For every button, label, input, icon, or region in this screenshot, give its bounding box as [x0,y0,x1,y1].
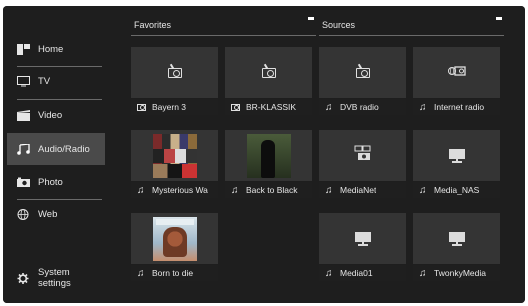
sidebar-item-audio-radio[interactable]: Audio/Radio [7,133,105,165]
tile-title: Bayern 3 [152,102,187,112]
sidebar: Home TV Video Audio/Radio Photo Web Syst… [3,6,105,303]
scroll-marker [496,17,502,20]
tile-label: ♫ Internet radio [413,99,500,115]
favorite-tile-br-klassik[interactable]: BR-KLASSIK [225,47,312,115]
tile-label: ♫ MediaNet [319,182,406,198]
sidebar-item-label: TV [38,75,51,87]
tile-label: BR-KLASSIK [225,99,312,115]
music-note-icon: ♫ [137,267,145,279]
tile-title: Media_NAS [434,185,480,195]
tile-label: ♫ TwonkyMedia [413,265,500,281]
tile-label: ♫ Mysterious Wa [131,182,218,198]
gear-icon [17,272,30,284]
source-tile-twonkymedia[interactable]: ♫ TwonkyMedia [413,213,500,281]
music-note-icon: ♫ [419,267,427,279]
album-art: LANA DEL REY [153,217,197,261]
music-note-icon [17,142,30,155]
tile-title: TwonkyMedia [434,268,486,278]
tile-title: MediaNet [340,185,377,195]
network-media-icon [354,145,372,166]
source-tile-dvb-radio[interactable]: ♫ DVB radio [319,47,406,115]
server-icon [448,231,465,246]
favorite-tile-bayern3[interactable]: Bayern 3 [131,47,218,115]
radio-icon [231,103,240,112]
globe-icon [17,208,30,220]
tile-label: ♫ Born to die [131,265,218,281]
tile-thumbnail [413,213,500,264]
radio-icon [137,103,146,112]
source-tile-internet-radio[interactable]: ♫ Internet radio [413,47,500,115]
sidebar-item-label: Audio/Radio [38,143,90,155]
tile-thumbnail [225,47,312,98]
music-note-icon: ♫ [419,184,427,196]
tile-title: Back to Black [246,185,298,195]
tile-title: Media01 [340,268,373,278]
music-note-icon: ♫ [325,184,333,196]
sidebar-item-label: Video [38,109,63,121]
sidebar-item-label: Web [38,208,58,220]
sidebar-item-label: Home [38,43,64,55]
album-art [247,134,291,178]
tile-title: Born to die [152,268,194,278]
sources-heading: Sources [322,20,356,30]
radio-icon [355,67,370,78]
source-tile-media-nas[interactable]: ♫ Media_NAS [413,130,500,198]
tile-thumbnail [131,47,218,98]
divider [319,35,504,36]
sidebar-item-video[interactable]: Video [3,99,105,131]
tile-label: ♫ Media01 [319,265,406,281]
server-icon [354,231,371,246]
tile-title: Internet radio [434,102,485,112]
music-note-icon: ♫ [231,184,239,196]
sidebar-item-photo[interactable]: Photo [3,166,105,198]
tile-thumbnail [225,130,312,181]
favorite-tile-mysterious-ways[interactable]: ♫ Mysterious Wa [131,130,218,198]
home-icon [17,43,30,55]
sidebar-item-label: Photo [38,176,63,188]
tile-label: ♫ DVB radio [319,99,406,115]
music-note-icon: ♫ [419,101,427,113]
sidebar-item-web[interactable]: Web [3,198,105,230]
tile-thumbnail [131,130,218,181]
source-tile-medianet[interactable]: ♫ MediaNet [319,130,406,198]
tile-title: BR-KLASSIK [246,102,297,112]
tile-thumbnail: LANA DEL REY [131,213,218,264]
tv-screen: Home TV Video Audio/Radio Photo Web Syst… [3,6,525,303]
video-icon [17,109,30,121]
favorite-tile-born-to-die[interactable]: LANA DEL REY ♫ Born to die [131,213,218,281]
radio-icon [261,67,276,78]
system-settings-button[interactable]: System settings [3,262,105,294]
music-note-icon: ♫ [137,184,145,196]
music-note-icon: ♫ [325,267,333,279]
tile-title: DVB radio [340,102,379,112]
scroll-marker [308,17,314,20]
sidebar-item-home[interactable]: Home [3,33,105,65]
tile-label: ♫ Back to Black [225,182,312,198]
camera-icon [17,177,30,188]
album-art [153,134,197,178]
album-art-title: LANA DEL REY [157,218,193,223]
internet-radio-icon [447,63,466,82]
sidebar-item-tv[interactable]: TV [3,65,105,97]
source-tile-media01[interactable]: ♫ Media01 [319,213,406,281]
tile-label: Bayern 3 [131,99,218,115]
tv-icon [17,75,30,87]
settings-label: System settings [38,267,71,289]
divider [131,35,316,36]
tile-thumbnail [413,47,500,98]
music-note-icon: ♫ [325,101,333,113]
favorite-tile-back-to-black[interactable]: ♫ Back to Black [225,130,312,198]
tile-thumbnail [319,47,406,98]
tile-thumbnail [413,130,500,181]
tile-title: Mysterious Wa [152,185,208,195]
server-icon [448,148,465,163]
tile-thumbnail [319,213,406,264]
tile-label: ♫ Media_NAS [413,182,500,198]
favorites-heading: Favorites [134,20,172,30]
tile-thumbnail [319,130,406,181]
radio-icon [167,67,182,78]
